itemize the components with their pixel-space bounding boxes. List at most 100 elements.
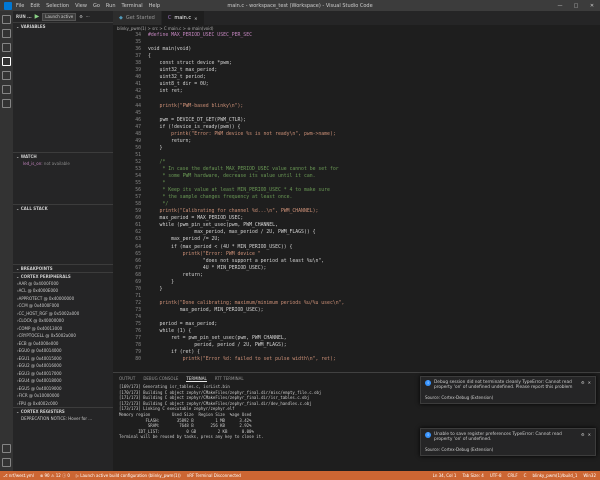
cortex-registers-title: CORTEX REGISTERS bbox=[20, 409, 65, 414]
line-number: 62 bbox=[135, 230, 141, 236]
peripheral-item[interactable]: › ACL @ 0x4000E000 bbox=[13, 287, 113, 295]
explorer-icon[interactable] bbox=[2, 15, 11, 24]
code-line: return; bbox=[148, 138, 192, 144]
panel-tab-terminal[interactable]: TERMINAL bbox=[186, 376, 207, 382]
peripheral-item[interactable]: › EGU4 @ 0x40018000 bbox=[13, 377, 113, 385]
code-line: return; bbox=[148, 272, 203, 278]
debug-toolbar: RUN ... ▶ Launch active ⚙ ··· bbox=[13, 11, 113, 22]
run-debug-icon[interactable] bbox=[2, 57, 11, 66]
menu-file[interactable]: File bbox=[16, 3, 24, 9]
close-tab-icon[interactable]: ✕ bbox=[194, 16, 197, 21]
more-actions-icon[interactable]: ··· bbox=[86, 14, 90, 19]
status-platform[interactable]: Win32 bbox=[583, 473, 596, 478]
status-problems[interactable]: ⊗ 90 ⚠ 12 ⓘ 0 bbox=[40, 473, 70, 479]
line-number: 78 bbox=[135, 343, 141, 349]
status-build-dir[interactable]: blinky_pwm(1)/build_1 bbox=[532, 473, 577, 478]
peripheral-item[interactable]: › CLOCK @ 0x40000000 bbox=[13, 317, 113, 325]
panel-tab-output[interactable]: OUTPUT bbox=[119, 376, 135, 381]
menu-edit[interactable]: Edit bbox=[30, 3, 40, 9]
cortex-registers-header[interactable]: ⌄ CORTEX REGISTERS bbox=[13, 407, 113, 415]
menu-help[interactable]: Help bbox=[149, 3, 160, 9]
close-icon[interactable]: ✕ bbox=[588, 432, 591, 437]
peripheral-label: CLOCK @ 0x40000000 bbox=[18, 318, 64, 324]
breakpoints-header[interactable]: ⌄ BREAKPOINTS bbox=[13, 263, 113, 272]
line-number: 61 bbox=[135, 223, 141, 229]
status-cursor-position[interactable]: Ln 34, Col 1 bbox=[433, 473, 457, 478]
nrf-connect-icon[interactable] bbox=[2, 85, 11, 94]
status-branch[interactable]: ⎇ nrf/west.yml bbox=[3, 473, 34, 478]
devicetree-icon[interactable] bbox=[2, 99, 11, 108]
vscode-logo-icon bbox=[4, 1, 12, 10]
tab-main-c[interactable]: C main.c ✕ bbox=[161, 11, 205, 25]
c-file-icon: C bbox=[167, 15, 172, 21]
close-icon[interactable]: ✕ bbox=[588, 380, 591, 385]
code-line: period, period / 2U, PWM_FLAGS); bbox=[148, 343, 287, 349]
code-line: void main(void) bbox=[148, 47, 192, 53]
launch-config-select[interactable]: Launch active bbox=[42, 12, 77, 21]
peripheral-item[interactable]: › EGU0 @ 0x40014000 bbox=[13, 347, 113, 355]
peripheral-item[interactable]: › CC_HOST_RGF @ 0x5002a000 bbox=[13, 310, 113, 318]
status-launch-build[interactable]: ▷ Launch active build configuration (bli… bbox=[76, 473, 181, 478]
manage-gear-icon[interactable] bbox=[2, 458, 11, 467]
source-control-icon[interactable] bbox=[2, 43, 11, 52]
status-tab-size[interactable]: Tab Size: 4 bbox=[462, 473, 483, 478]
tab-label: Get Started bbox=[125, 15, 155, 21]
peripheral-item[interactable]: › EGU2 @ 0x40016000 bbox=[13, 362, 113, 370]
deprecation-notice[interactable]: DEPRECATION NOTICE: Hover for ... bbox=[13, 415, 113, 423]
peripheral-label: EGU4 @ 0x40018000 bbox=[18, 378, 62, 384]
panel-tab-rtt-terminal[interactable]: RTT TERMINAL bbox=[215, 376, 244, 381]
peripheral-item[interactable]: › EGU5 @ 0x40019000 bbox=[13, 385, 113, 393]
notification-register-preferences: ⚙ ✕ i Unable to save register preference… bbox=[420, 428, 596, 456]
line-number: 68 bbox=[135, 272, 141, 278]
search-icon[interactable] bbox=[2, 29, 11, 38]
status-encoding[interactable]: UTF-8 bbox=[490, 473, 502, 478]
callstack-header[interactable]: ⌄ CALL STACK bbox=[13, 203, 113, 212]
code-line: int ret; bbox=[148, 89, 183, 95]
settings-gear-icon[interactable]: ⚙ bbox=[581, 380, 585, 385]
peripheral-item[interactable]: › ECB @ 0x4000e000 bbox=[13, 340, 113, 348]
variables-header[interactable]: ⌄ VARIABLES bbox=[13, 22, 113, 30]
cortex-peripherals-header[interactable]: ⌄ CORTEX PERIPHERALS bbox=[13, 271, 113, 280]
watch-item[interactable]: led_is_on: not available bbox=[13, 160, 113, 168]
menu-selection[interactable]: Selection bbox=[46, 3, 69, 9]
code-editor[interactable]: 34 #define MAX_PERIOD_USEC USEC_PER_SEC 35… bbox=[113, 32, 600, 372]
peripheral-item[interactable]: › FICR @ 0x10000000 bbox=[13, 392, 113, 400]
menu-view[interactable]: View bbox=[75, 3, 87, 9]
line-number: 77 bbox=[135, 336, 141, 342]
peripheral-item[interactable]: › AAR @ 0x4000F000 bbox=[13, 280, 113, 288]
status-eol[interactable]: CRLF bbox=[508, 473, 518, 478]
maximize-icon[interactable]: □ bbox=[568, 0, 584, 11]
peripheral-item[interactable]: › EGU3 @ 0x40017000 bbox=[13, 370, 113, 378]
line-number: 53 bbox=[135, 166, 141, 172]
code-line: 4U * MIN_PERIOD_USEC); bbox=[148, 265, 267, 271]
extensions-icon[interactable] bbox=[2, 71, 11, 80]
notification-source: Source: Cortex-Debug (Extension) bbox=[425, 395, 494, 400]
variables-title: VARIABLES bbox=[20, 24, 46, 29]
menu-terminal[interactable]: Terminal bbox=[122, 3, 143, 9]
settings-gear-icon[interactable]: ⚙ bbox=[581, 432, 585, 437]
tab-get-started[interactable]: ◆ Get Started bbox=[113, 11, 162, 25]
line-number: 40 bbox=[135, 75, 141, 81]
breadcrumb[interactable]: blinky_pwm(1) > src > C main.c > ⊕ main(… bbox=[113, 25, 600, 32]
peripheral-item[interactable]: › CRYPTOCELL @ 0x5002a000 bbox=[13, 332, 113, 340]
settings-gear-icon[interactable]: ⚙ bbox=[79, 14, 83, 19]
peripheral-item[interactable]: › COMP @ 0x40013000 bbox=[13, 325, 113, 333]
start-debugging-icon[interactable]: ▶ bbox=[35, 13, 40, 20]
close-icon[interactable]: ✕ bbox=[584, 0, 600, 11]
menu-go[interactable]: Go bbox=[93, 3, 100, 9]
minimize-icon[interactable]: — bbox=[552, 0, 568, 11]
status-nrf-terminal[interactable]: nRF Terminal Disconnected bbox=[187, 473, 241, 478]
watch-item-name: led_is_on: bbox=[23, 161, 43, 167]
peripheral-item[interactable]: › APPROTECT @ 0x40000000 bbox=[13, 295, 113, 303]
watch-header[interactable]: ⌄ WATCH bbox=[13, 152, 113, 160]
peripheral-item[interactable]: › FPU @ 0x4002c000 bbox=[13, 400, 113, 408]
panel-tab-debug-console[interactable]: DEBUG CONSOLE bbox=[143, 376, 178, 381]
menu-run[interactable]: Run bbox=[106, 3, 116, 9]
code-line: } bbox=[148, 145, 163, 151]
peripheral-item[interactable]: › EGU1 @ 0x40015000 bbox=[13, 355, 113, 363]
code-line: if (ret) { bbox=[148, 350, 200, 356]
accounts-icon[interactable] bbox=[2, 444, 11, 453]
peripheral-item[interactable]: › CCM @ 0x4000F000 bbox=[13, 302, 113, 310]
peripheral-label: COMP @ 0x40013000 bbox=[18, 325, 63, 331]
status-language[interactable]: C bbox=[524, 473, 527, 478]
